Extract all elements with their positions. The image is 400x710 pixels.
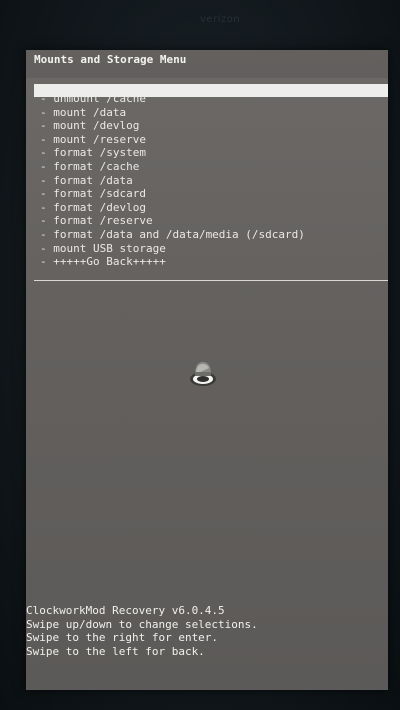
android-robot-icon xyxy=(186,354,220,388)
menu-item-format-devlog[interactable]: - format /devlog xyxy=(40,201,305,215)
menu-item-mount-data[interactable]: - mount /data xyxy=(40,106,305,120)
menu-item-go-back[interactable]: - +++++Go Back+++++ xyxy=(40,255,305,269)
menu-item-format-system[interactable]: - format /system xyxy=(40,146,305,160)
menu-header: Mounts and Storage Menu xyxy=(26,50,388,78)
menu-list: - unmount /cache - mount /data - mount /… xyxy=(40,92,305,269)
menu-item-format-reserve[interactable]: - format /reserve xyxy=(40,214,305,228)
recovery-screen: Mounts and Storage Menu - unmount /cache… xyxy=(26,50,388,690)
menu-item-format-data-media[interactable]: - format /data and /data/media (/sdcard) xyxy=(40,228,305,242)
menu-item-mount-reserve[interactable]: - mount /reserve xyxy=(40,133,305,147)
hint-swipe-back: Swipe to the left for back. xyxy=(26,644,205,658)
menu-item-format-sdcard[interactable]: - format /sdcard xyxy=(40,187,305,201)
menu-item-unmount-cache[interactable]: - unmount /cache xyxy=(40,92,305,106)
menu-item-format-cache[interactable]: - format /cache xyxy=(40,160,305,174)
hint-swipe-enter: Swipe to the right for enter. xyxy=(26,631,219,644)
hint-swipe-select: Swipe up/down to change selections. xyxy=(26,617,258,631)
menu-divider xyxy=(34,280,388,281)
menu-title: Mounts and Storage Menu xyxy=(34,53,187,66)
menu-item-mount-devlog[interactable]: - mount /devlog xyxy=(40,119,305,133)
carrier-logo: verizon xyxy=(200,14,241,25)
recovery-footer: ClockworkMod Recovery v6.0.4.5 Swipe up/… xyxy=(26,604,258,658)
phone-bezel: verizon Mounts and Storage Menu - unmoun… xyxy=(0,0,400,710)
menu-item-mount-usb-storage[interactable]: - mount USB storage xyxy=(40,242,305,256)
recovery-version: ClockworkMod Recovery v6.0.4.5 xyxy=(26,604,225,617)
menu-item-format-data[interactable]: - format /data xyxy=(40,174,305,188)
